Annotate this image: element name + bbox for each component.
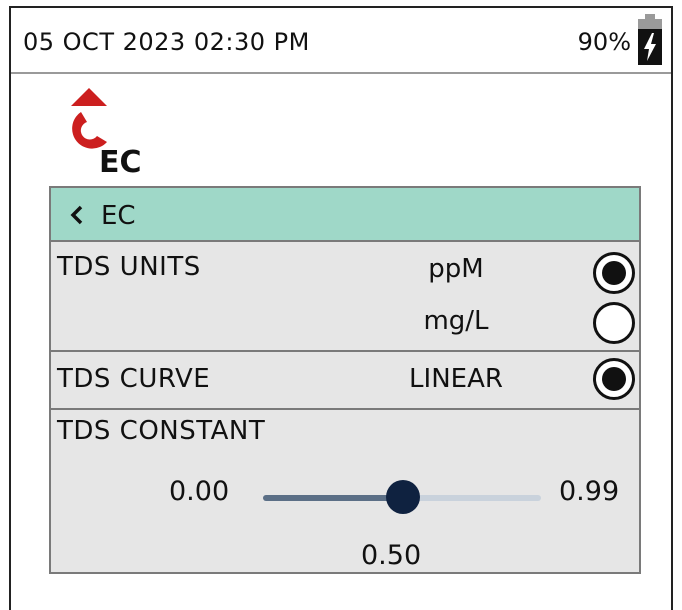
- ec-logo: EC: [71, 88, 142, 178]
- option-mgl-label: mg/L: [423, 306, 489, 336]
- tds-units-row: TDS UNITS ppM mg/L: [51, 242, 639, 352]
- tds-constant-row: TDS CONSTANT 0.00 0.99 0.50: [51, 410, 639, 572]
- radio-mgl[interactable]: [593, 302, 635, 344]
- status-bar: 05 OCT 2023 02:30 PM 90%: [11, 8, 671, 74]
- tds-curve-row: TDS CURVE LINEAR: [51, 352, 639, 410]
- option-ppm-label: ppM: [428, 254, 484, 284]
- device-screen: 05 OCT 2023 02:30 PM 90% EC EC TDS UNITS…: [9, 6, 673, 610]
- battery-charging-icon: [638, 14, 662, 65]
- slider-thumb[interactable]: [386, 480, 421, 514]
- datetime: 05 OCT 2023 02:30 PM: [23, 28, 310, 56]
- tds-constant-label: TDS CONSTANT: [57, 416, 266, 446]
- slider-max-label: 0.99: [559, 476, 620, 507]
- tds-curve-value: LINEAR: [409, 364, 503, 394]
- slider-min-label: 0.00: [169, 476, 230, 507]
- ec-settings-panel: EC TDS UNITS ppM mg/L TDS CURVE LINEAR T…: [49, 186, 641, 574]
- radio-ppm[interactable]: [593, 252, 635, 294]
- svg-text:EC: EC: [99, 145, 142, 178]
- slider-value: 0.50: [361, 540, 422, 571]
- back-button[interactable]: EC: [51, 188, 639, 242]
- tds-units-label: TDS UNITS: [57, 252, 201, 282]
- battery-percent: 90%: [577, 28, 631, 56]
- chevron-left-icon: [70, 205, 83, 225]
- panel-title: EC: [101, 201, 136, 231]
- radio-linear[interactable]: [593, 358, 635, 400]
- tds-curve-label: TDS CURVE: [57, 364, 211, 394]
- slider-fill: [263, 495, 404, 501]
